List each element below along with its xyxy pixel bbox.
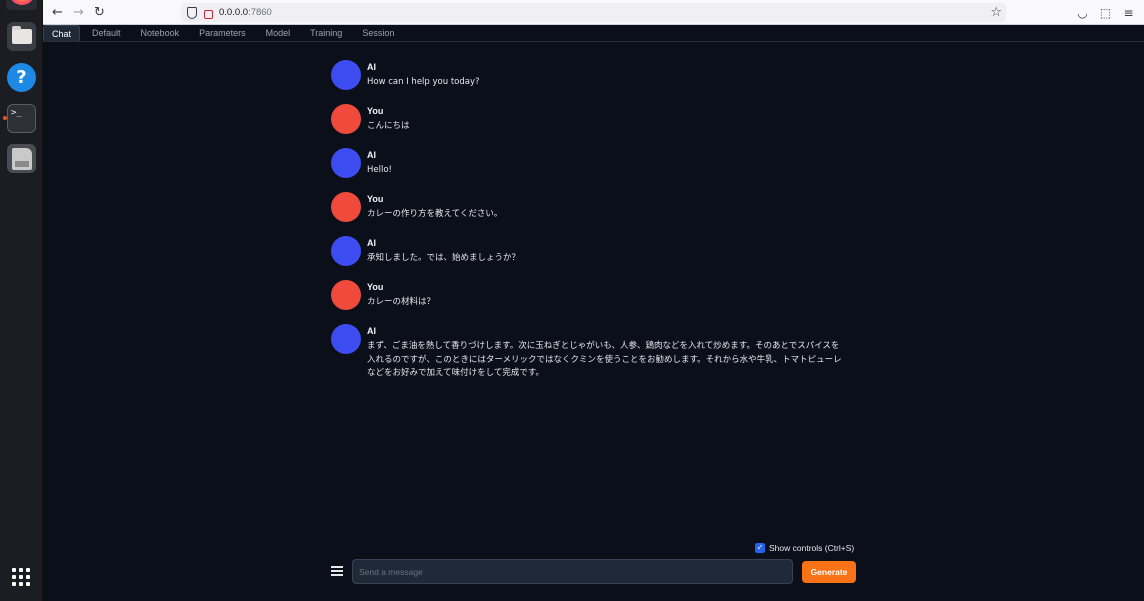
- chat-message: You こんにちは: [331, 103, 851, 134]
- tab-parameters[interactable]: Parameters: [191, 25, 254, 41]
- help-icon[interactable]: ?: [7, 63, 36, 92]
- tab-default[interactable]: Default: [84, 25, 129, 41]
- chat-message: AI Hello!: [331, 147, 851, 178]
- hamburger-menu-icon[interactable]: [331, 562, 345, 580]
- user-avatar: [331, 280, 361, 310]
- launcher-dock: ? >_: [0, 0, 43, 601]
- chat-message: You カレーの材料は？: [331, 279, 851, 310]
- tab-model[interactable]: Model: [258, 25, 299, 41]
- back-arrow-icon[interactable]: ←: [47, 2, 68, 23]
- user-avatar: [331, 104, 361, 134]
- message-text: 承知しました。では、始めましょうか？: [367, 253, 521, 263]
- chat-message: You カレーの作り方を教えてください。: [331, 191, 851, 222]
- show-controls-label: Show controls (Ctrl+S): [769, 543, 855, 553]
- tab-session[interactable]: Session: [354, 25, 402, 41]
- menu-icon[interactable]: ≡: [1119, 3, 1138, 22]
- url-text: 0.0.0.0:7860: [219, 7, 272, 18]
- message-sender: AI: [367, 62, 376, 72]
- running-indicator: [3, 116, 7, 120]
- chat-history: AI How can I help you today? You こんにちは AI Hel…: [331, 59, 851, 394]
- bookmark-star-icon[interactable]: ☆: [990, 5, 1002, 20]
- message-text: Hello!: [367, 165, 392, 175]
- tab-training[interactable]: Training: [302, 25, 350, 41]
- show-controls-toggle[interactable]: ✓ Show controls (Ctrl+S): [755, 543, 854, 553]
- files-icon[interactable]: [7, 22, 36, 51]
- message-text: こんにちは: [367, 121, 410, 131]
- ai-avatar: [331, 236, 361, 266]
- insecure-lock-icon[interactable]: [204, 10, 213, 19]
- tab-notebook[interactable]: Notebook: [133, 25, 188, 41]
- ai-avatar: [331, 324, 361, 354]
- terminal-icon[interactable]: >_: [7, 104, 36, 133]
- tab-bar: Chat Default Notebook Parameters Model Traini…: [43, 25, 1144, 42]
- reload-icon[interactable]: ↻: [89, 2, 110, 23]
- message-text: まず、ごま油を熱して香りづけします。次に玉ねぎとじゃがいも、人参、鶏肉などを入れ…: [367, 341, 842, 378]
- extensions-icon[interactable]: ⬚: [1096, 3, 1115, 22]
- message-sender: AI: [367, 150, 376, 160]
- message-text: カレーの作り方を教えてください。: [367, 209, 503, 219]
- message-sender: You: [367, 282, 384, 292]
- chat-message: AI 承知しました。では、始めましょうか？: [331, 235, 851, 266]
- browser-toolbar: ← → ↻ 0.0.0.0:7860 ☆ ◡ ⬚ ≡: [43, 0, 1144, 25]
- forward-arrow-icon[interactable]: →: [68, 2, 89, 23]
- user-avatar: [331, 192, 361, 222]
- generate-button[interactable]: Generate: [802, 561, 856, 583]
- chat-message: AI How can I help you today?: [331, 59, 851, 90]
- show-controls-checkbox[interactable]: ✓: [755, 543, 765, 553]
- show-apps-icon[interactable]: [12, 568, 30, 586]
- sd-card-icon[interactable]: [7, 144, 36, 173]
- message-text: カレーの材料は？: [367, 297, 436, 307]
- pocket-icon[interactable]: ◡: [1073, 3, 1092, 22]
- message-sender: AI: [367, 326, 376, 336]
- message-sender: AI: [367, 238, 376, 248]
- url-bar[interactable]: 0.0.0.0:7860 ☆: [181, 3, 1006, 22]
- message-sender: You: [367, 106, 384, 116]
- firefox-icon[interactable]: [6, 0, 37, 10]
- message-input[interactable]: [352, 559, 793, 584]
- shield-icon[interactable]: [187, 6, 197, 19]
- tab-chat[interactable]: Chat: [43, 25, 81, 41]
- ai-avatar: [331, 148, 361, 178]
- message-text: How can I help you today?: [367, 77, 480, 87]
- ai-avatar: [331, 60, 361, 90]
- chat-message: AI まず、ごま油を熱して香りづけします。次に玉ねぎとじゃがいも、人参、鶏肉などを…: [331, 323, 851, 381]
- message-sender: You: [367, 194, 384, 204]
